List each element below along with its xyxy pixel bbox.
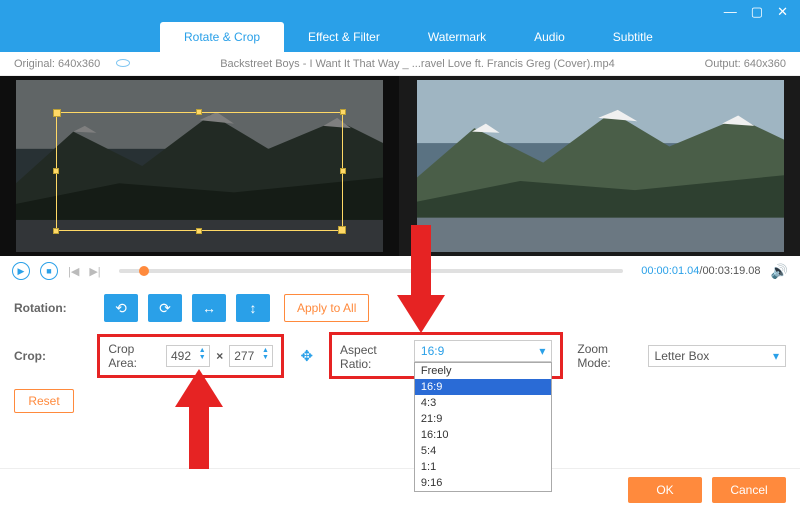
zoom-mode-label: Zoom Mode: (577, 342, 639, 370)
spinner-icon[interactable]: ▲▼ (259, 347, 271, 365)
annotation-arrow-up (175, 369, 223, 469)
tab-subtitle[interactable]: Subtitle (589, 22, 677, 52)
play-button[interactable]: ▶ (12, 262, 30, 280)
file-title: Backstreet Boys - I Want It That Way _ .… (130, 58, 704, 70)
mountain-image-out (417, 80, 784, 252)
step-back-icon[interactable]: |◀ (68, 265, 79, 278)
crop-width-input[interactable]: 492▲▼ (166, 345, 210, 367)
spinner-icon[interactable]: ▲▼ (196, 347, 208, 365)
crop-label: Crop: (14, 349, 97, 363)
zoom-mode-group: Zoom Mode: Letter Box▾ (577, 342, 786, 370)
center-crop-icon[interactable]: ✥ (300, 347, 313, 365)
rotate-ccw-button[interactable]: ⟲ (104, 294, 138, 322)
output-preview (401, 76, 800, 256)
seek-slider[interactable] (119, 269, 624, 273)
minimize-icon[interactable]: — (724, 5, 737, 18)
aspect-ratio-group: Aspect Ratio: 16:9▾ Freely 16:9 4:3 21:9… (329, 332, 563, 379)
tab-audio[interactable]: Audio (510, 22, 589, 52)
flip-h-button[interactable]: ↔ (192, 294, 226, 322)
annotation-arrow-down (397, 225, 445, 335)
flip-v-button[interactable]: ↕ (236, 294, 270, 322)
aspect-opt-21-9[interactable]: 21:9 (415, 411, 551, 427)
aspect-opt-4-3[interactable]: 4:3 (415, 395, 551, 411)
stop-button[interactable]: ■ (40, 262, 58, 280)
output-size: Output: 640x360 (705, 58, 786, 70)
aspect-opt-9-16[interactable]: 9:16 (415, 475, 551, 491)
aspect-opt-16-9[interactable]: 16:9 (415, 379, 551, 395)
tab-rotate-crop[interactable]: Rotate & Crop (160, 22, 284, 52)
crop-row: Crop: Crop Area: 492▲▼ × 277▲▼ ✥ Aspect … (14, 332, 786, 379)
reset-button[interactable]: Reset (14, 389, 74, 413)
crop-height-input[interactable]: 277▲▼ (229, 345, 273, 367)
aspect-ratio-label: Aspect Ratio: (340, 340, 406, 371)
close-icon[interactable]: ✕ (777, 5, 788, 18)
crop-selection[interactable] (56, 112, 343, 231)
speaker-icon[interactable]: 🔊 (771, 263, 788, 280)
chevron-down-icon: ▾ (773, 349, 779, 363)
aspect-opt-16-10[interactable]: 16:10 (415, 427, 551, 443)
cancel-button[interactable]: Cancel (712, 477, 786, 503)
multiply-icon: × (216, 349, 223, 363)
tab-watermark[interactable]: Watermark (404, 22, 510, 52)
footer: OK Cancel (0, 468, 800, 510)
original-size: Original: 640x360 (14, 58, 130, 70)
chevron-down-icon: ▾ (539, 344, 545, 358)
aspect-ratio-options: Freely 16:9 4:3 21:9 16:10 5:4 1:1 9:16 (414, 362, 552, 492)
zoom-mode-dropdown[interactable]: Letter Box▾ (648, 345, 786, 367)
ok-button[interactable]: OK (628, 477, 702, 503)
time-display: 00:00:01.04/00:03:19.08 (641, 265, 760, 277)
aspect-opt-1-1[interactable]: 1:1 (415, 459, 551, 475)
step-fwd-icon[interactable]: ▶| (89, 265, 100, 278)
aspect-opt-5-4[interactable]: 5:4 (415, 443, 551, 459)
rotation-label: Rotation: (14, 301, 104, 315)
rotate-cw-button[interactable]: ⟳ (148, 294, 182, 322)
aspect-ratio-dropdown[interactable]: 16:9▾ Freely 16:9 4:3 21:9 16:10 5:4 1:1… (414, 340, 552, 362)
info-bar: Original: 640x360 Backstreet Boys - I Wa… (0, 52, 800, 76)
original-preview[interactable] (0, 76, 399, 256)
eye-icon[interactable] (116, 59, 130, 67)
crop-area-label: Crop Area: (108, 342, 160, 370)
titlebar: — ▢ ✕ (0, 0, 800, 22)
apply-all-button[interactable]: Apply to All (284, 294, 369, 322)
maximize-icon[interactable]: ▢ (751, 5, 763, 18)
tab-effect-filter[interactable]: Effect & Filter (284, 22, 404, 52)
tab-bar: Rotate & Crop Effect & Filter Watermark … (0, 22, 800, 52)
aspect-opt-freely[interactable]: Freely (415, 363, 551, 379)
